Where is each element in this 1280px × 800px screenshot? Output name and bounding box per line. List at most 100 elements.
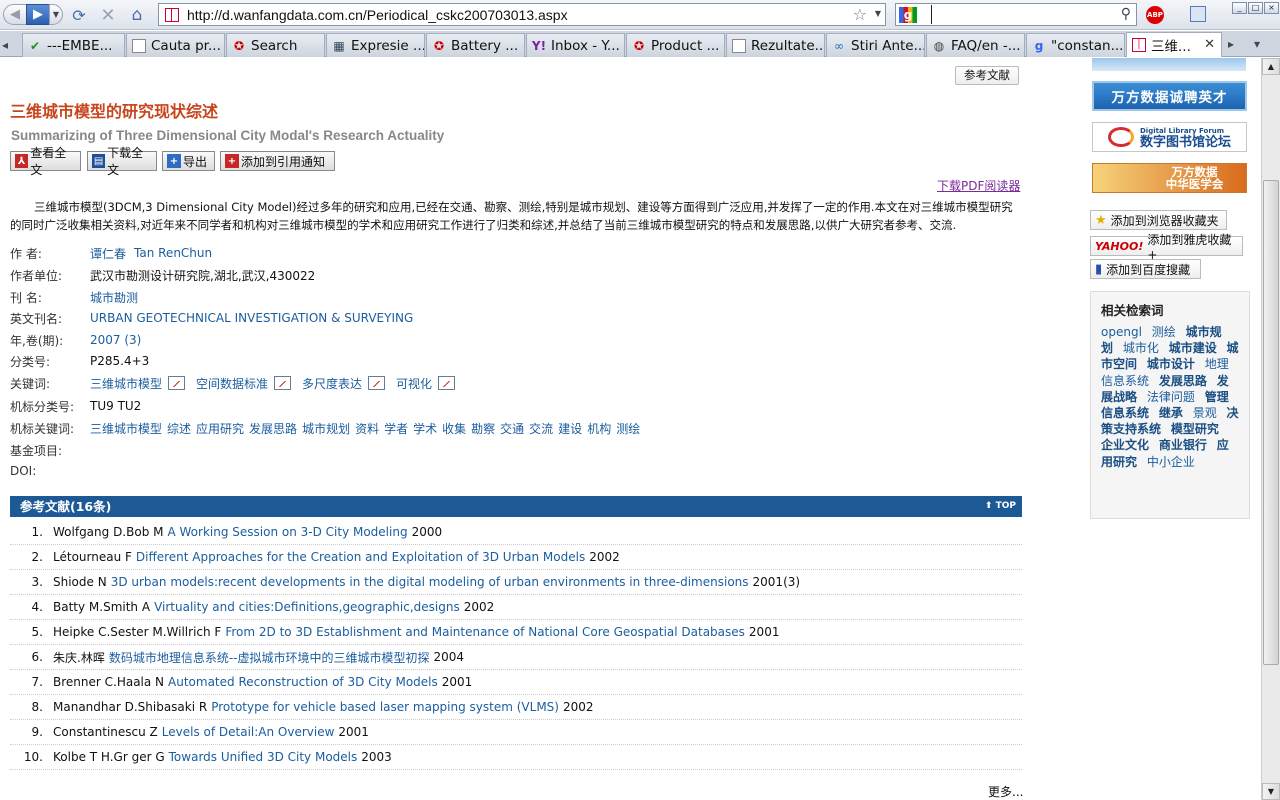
keyword-link[interactable]: 三维城市模型 xyxy=(90,375,162,392)
chevron-left-icon[interactable]: ◂ xyxy=(2,38,8,52)
related-term-link[interactable]: 法律问题 xyxy=(1147,390,1195,404)
machine-keyword-link[interactable]: 综述 xyxy=(167,422,191,436)
machine-keyword-link[interactable]: 勘察 xyxy=(471,422,495,436)
related-term-link[interactable]: 模型研究 xyxy=(1171,422,1219,436)
machine-keyword-link[interactable]: 发展思路 xyxy=(249,422,297,436)
author-en-link[interactable]: Tan RenChun xyxy=(134,246,212,260)
related-term-link[interactable]: 城市建设 xyxy=(1169,341,1217,355)
minimize-button[interactable]: _ xyxy=(1232,2,1247,14)
machine-keyword-link[interactable]: 交流 xyxy=(529,422,553,436)
window-close-button[interactable]: × xyxy=(1264,2,1279,14)
machine-keyword-link[interactable]: 应用研究 xyxy=(196,422,244,436)
reference-title-link[interactable]: A Working Session on 3-D City Modeling xyxy=(167,525,407,539)
tab-constan[interactable]: g "constan... xyxy=(1026,33,1125,57)
chevron-right-icon[interactable]: ▸ xyxy=(1228,37,1234,51)
references-tab-button[interactable]: 参考文献 xyxy=(955,66,1019,85)
search-input[interactable] xyxy=(931,5,1111,24)
home-button[interactable]: ⌂ xyxy=(126,5,148,25)
tab-embe[interactable]: ✔ ---EMBE... xyxy=(22,33,125,57)
reference-title-link[interactable]: Automated Reconstruction of 3D City Mode… xyxy=(168,675,438,689)
trend-chart-icon[interactable] xyxy=(274,376,292,390)
machine-keyword-link[interactable]: 交通 xyxy=(500,422,524,436)
reference-title-link[interactable]: Towards Unified 3D City Models xyxy=(169,750,358,764)
scroll-thumb[interactable] xyxy=(1263,180,1279,665)
tab-battery[interactable]: ✪ Battery ... xyxy=(426,33,525,57)
bookmark-star-icon[interactable]: ☆ xyxy=(853,5,867,24)
dlf-banner[interactable]: Digital Library Forum 数字图书馆论坛 xyxy=(1092,122,1247,152)
machine-keyword-link[interactable]: 建设 xyxy=(558,422,582,436)
machine-keyword-link[interactable]: 机构 xyxy=(587,422,611,436)
adblock-icon[interactable]: ABP xyxy=(1146,6,1164,24)
keyword-link[interactable]: 空间数据标准 xyxy=(196,375,268,392)
related-term-link[interactable]: 城市化 xyxy=(1123,341,1159,355)
machine-keyword-link[interactable]: 资料 xyxy=(355,422,379,436)
tab-wanfang-active[interactable]: │ 三维... ✕ xyxy=(1126,32,1222,57)
banner-top-strip[interactable] xyxy=(1092,58,1246,71)
trend-chart-icon[interactable] xyxy=(368,376,386,390)
extension-icon[interactable] xyxy=(1190,6,1206,22)
url-text[interactable]: http://d.wanfangdata.com.cn/Periodical_c… xyxy=(187,7,568,23)
reload-button[interactable]: ⟳ xyxy=(68,5,90,25)
reference-title-link[interactable]: Different Approaches for the Creation an… xyxy=(136,550,585,564)
tab-rezultate[interactable]: Rezultate... xyxy=(726,33,825,57)
tab-stiri[interactable]: ∞ Stiri Ante... xyxy=(826,33,925,57)
tab-product[interactable]: ✪ Product ... xyxy=(626,33,725,57)
machine-keyword-link[interactable]: 三维城市模型 xyxy=(90,422,162,436)
reference-title-link[interactable]: Prototype for vehicle based laser mappin… xyxy=(211,700,559,714)
add-yahoo-favorites-button[interactable]: YAHOO! 添加到雅虎收藏+ xyxy=(1090,233,1243,262)
trend-chart-icon[interactable] xyxy=(438,376,456,390)
tabs-list-icon[interactable]: ▾ xyxy=(1254,37,1260,51)
download-pdf-reader-link[interactable]: 下载PDF阅读器 xyxy=(937,177,1020,194)
related-term-link[interactable]: 城市设计 xyxy=(1147,357,1195,371)
scroll-down-icon[interactable]: ▼ xyxy=(1262,783,1280,800)
add-browser-favorites-button[interactable]: ★ 添加到浏览器收藏夹 xyxy=(1090,210,1227,230)
vertical-scrollbar[interactable]: ▲ ▼ xyxy=(1261,58,1280,800)
machine-keyword-link[interactable]: 收集 xyxy=(442,422,466,436)
back-to-top-link[interactable]: ⬆ TOP xyxy=(985,496,1016,517)
related-term-link[interactable]: 企业文化 xyxy=(1101,438,1149,452)
download-full-text-button[interactable]: ▤ 下载全文 xyxy=(87,146,157,177)
tab-faq[interactable]: ◍ FAQ/en -... xyxy=(926,33,1025,57)
view-full-text-button[interactable]: ⅄ 查看全文 xyxy=(10,146,81,177)
machine-keyword-link[interactable]: 城市规划 xyxy=(302,422,350,436)
journal-link[interactable]: 城市勘测 xyxy=(90,289,138,306)
reference-title-link[interactable]: 数码城市地理信息系统--虚拟城市环境中的三维城市模型初探 xyxy=(109,649,430,666)
history-dropdown-button[interactable]: ▼ xyxy=(49,4,63,25)
recruit-banner[interactable]: 万方数据诚聘英才 xyxy=(1092,81,1247,111)
tab-inbox[interactable]: Y! Inbox - Y... xyxy=(526,33,625,57)
tab-cauta[interactable]: Cauta pr... xyxy=(126,33,225,57)
search-icon[interactable]: ⚲ xyxy=(1121,6,1131,22)
reference-title-link[interactable]: Levels of Detail:An Overview xyxy=(162,725,335,739)
forward-button[interactable]: ▶ xyxy=(26,4,50,25)
issue-link[interactable]: 2007 (3) xyxy=(90,333,141,347)
machine-keyword-link[interactable]: 测绘 xyxy=(616,422,640,436)
keyword-link[interactable]: 可视化 xyxy=(396,375,432,392)
cma-banner[interactable]: 万方数据 中华医学会 xyxy=(1092,163,1247,193)
search-bar[interactable]: g ⚲ xyxy=(895,3,1137,26)
related-term-link[interactable]: 商业银行 xyxy=(1159,438,1207,452)
stop-button[interactable]: ✕ xyxy=(97,5,119,26)
add-citation-alert-button[interactable]: + 添加到引用通知 xyxy=(220,151,335,171)
related-term-link[interactable]: 景观 xyxy=(1193,406,1217,420)
url-dropdown-icon[interactable]: ▼ xyxy=(875,9,881,18)
google-icon[interactable]: g xyxy=(899,6,917,23)
scroll-up-icon[interactable]: ▲ xyxy=(1262,58,1280,75)
related-term-link[interactable]: 继承 xyxy=(1159,406,1183,420)
related-term-link[interactable]: opengl xyxy=(1101,325,1142,339)
related-term-link[interactable]: 测绘 xyxy=(1152,325,1176,339)
add-baidu-favorites-button[interactable]: ▮ 添加到百度搜藏 xyxy=(1090,259,1201,279)
tab-search[interactable]: ✪ Search xyxy=(226,33,325,57)
keyword-link[interactable]: 多尺度表达 xyxy=(302,375,362,392)
tab-expresie[interactable]: ▦ Expresie ... xyxy=(326,33,425,57)
url-bar[interactable]: http://d.wanfangdata.com.cn/Periodical_c… xyxy=(158,3,886,26)
close-icon[interactable]: ✕ xyxy=(1204,37,1215,52)
trend-chart-icon[interactable] xyxy=(168,376,186,390)
reference-title-link[interactable]: From 2D to 3D Establishment and Maintena… xyxy=(225,625,745,639)
export-button[interactable]: + 导出 xyxy=(162,151,215,171)
back-button[interactable]: ◀ xyxy=(3,4,27,25)
reference-title-link[interactable]: 3D urban models:recent developments in t… xyxy=(111,575,749,589)
more-references-link[interactable]: 更多... xyxy=(988,783,1023,800)
author-cn-link[interactable]: 谭仁春 xyxy=(90,245,126,262)
journal-en-link[interactable]: URBAN GEOTECHNICAL INVESTIGATION & SURVE… xyxy=(90,311,413,325)
reference-title-link[interactable]: Virtuality and cities:Definitions,geogra… xyxy=(154,600,460,614)
